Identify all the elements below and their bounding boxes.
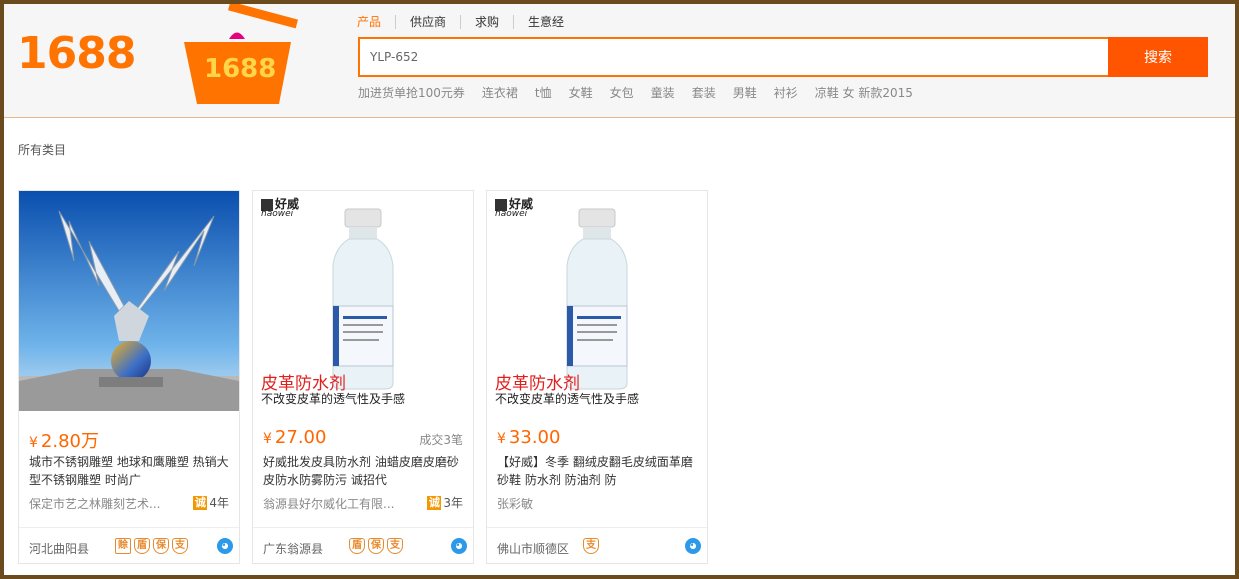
product-card[interactable]: 好威 haowei 皮革防水剂 不改变皮革的透气性及手感 ¥33.00 【好威】… [486, 190, 708, 564]
shield-badge-icon[interactable]: 盾 [349, 538, 365, 554]
location-label: 广东翁源县 [263, 542, 324, 556]
product-price: ¥27.00 [263, 427, 326, 448]
header: 1688 1688 产品 供应商 求购 生意经 搜索 加进货单抢100元券 连衣… [4, 4, 1235, 118]
currency-symbol: ¥ [29, 435, 38, 451]
image-subline: 不改变皮革的透气性及手感 [261, 392, 406, 406]
price-value: 33.00 [508, 427, 561, 448]
hot-word-link[interactable]: t恤 [535, 84, 552, 101]
chengxintong-badge[interactable]: 诚 4年 [193, 494, 229, 511]
product-price: ¥2.80万 [29, 427, 99, 453]
hot-word-link[interactable]: 女鞋 [569, 84, 593, 101]
product-card[interactable]: ¥2.80万 城市不锈钢雕塑 地球和鹰雕塑 热销大型不锈钢雕塑 时尚广 保定市艺… [18, 190, 240, 564]
currency-symbol: ¥ [263, 431, 272, 447]
member-years: 4年 [209, 496, 229, 510]
image-subline: 不改变皮革的透气性及手感 [495, 392, 640, 406]
product-title-link[interactable]: 好威批发皮具防水剂 油蜡皮磨皮磨砂皮防水防雾防污 诚招代 [263, 453, 467, 489]
nav-tab-suppliers[interactable]: 供应商 [395, 15, 460, 29]
member-years: 3年 [443, 496, 463, 510]
hot-word-link[interactable]: 连衣裙 [482, 84, 518, 101]
wangwang-chat-icon[interactable]: ◕ [451, 538, 467, 554]
page-frame: 1688 1688 产品 供应商 求购 生意经 搜索 加进货单抢100元券 连衣… [4, 4, 1235, 575]
search-type-nav: 产品 供应商 求购 生意经 [357, 15, 578, 29]
hot-word-link[interactable]: 套装 [692, 84, 716, 101]
nav-tab-buying[interactable]: 求购 [460, 15, 513, 29]
hot-word-link[interactable]: 凉鞋 女 新款2015 [815, 84, 913, 101]
product-price: ¥33.00 [497, 427, 560, 448]
alipay-badge-icon[interactable]: 支 [387, 538, 403, 554]
cheng-icon: 诚 [427, 495, 442, 510]
hot-word-link[interactable]: 加进货单抢100元券 [358, 84, 465, 101]
wangwang-chat-icon[interactable]: ◕ [685, 538, 701, 554]
price-value: 2.80万 [40, 431, 99, 452]
alipay-badge-icon[interactable]: 支 [172, 538, 188, 554]
wangwang-chat-icon[interactable]: ◕ [217, 538, 233, 554]
hot-word-link[interactable]: 男鞋 [733, 84, 757, 101]
chengxintong-badge[interactable]: 诚 3年 [427, 494, 463, 511]
sculpture-image[interactable] [19, 191, 239, 411]
location-label: 河北曲阳县 [29, 542, 90, 556]
hot-word-link[interactable]: 童装 [651, 84, 675, 101]
alipay-badge-icon[interactable]: 支 [583, 538, 599, 554]
company-name-link[interactable]: 张彩敏 [497, 495, 657, 512]
card-footer: 佛山市顺德区 支 ◕ [487, 527, 707, 563]
hot-words: 加进货单抢100元券 连衣裙 t恤 女鞋 女包 童装 套装 男鞋 衬衫 凉鞋 女… [358, 84, 930, 101]
nav-tab-business[interactable]: 生意经 [513, 15, 578, 29]
search-input[interactable] [360, 39, 1108, 75]
hot-word-link[interactable]: 衬衫 [774, 84, 798, 101]
shield-badge-icon[interactable]: 盾 [134, 538, 150, 554]
company-name-link[interactable]: 翁源县好尔威化工有限... [263, 495, 423, 512]
nav-tab-products[interactable]: 产品 [357, 15, 395, 29]
guarantee-badge-icon[interactable]: 保 [153, 538, 169, 554]
card-footer: 广东翁源县 盾 保 支 ◕ [253, 527, 473, 563]
product-card[interactable]: 好威 haowei 皮革防水剂 不改变皮革的透气性及手感 ¥27.00 成交3笔… [252, 190, 474, 564]
location-label: 佛山市顺德区 [497, 542, 570, 556]
service-badges: 支 [583, 538, 602, 554]
brand-logo-en: haowei [261, 209, 294, 219]
company-name-link[interactable]: 保定市艺之林雕刻艺术... [29, 495, 189, 512]
site-logo[interactable]: 1688 [17, 28, 136, 79]
service-badges: 赊 盾 保 支 [115, 538, 191, 554]
credit-badge-icon[interactable]: 赊 [115, 538, 131, 554]
search-button[interactable]: 搜索 [1108, 37, 1208, 77]
product-title-link[interactable]: 城市不锈钢雕塑 地球和鹰雕塑 热销大型不锈钢雕塑 时尚广 [29, 453, 233, 489]
card-footer: 河北曲阳县 赊 盾 保 支 ◕ [19, 527, 239, 563]
cheng-icon: 诚 [193, 495, 208, 510]
brand-logo-en: haowei [495, 209, 528, 219]
guarantee-badge-icon[interactable]: 保 [368, 538, 384, 554]
price-value: 27.00 [274, 427, 327, 448]
product-title-link[interactable]: 【好威】冬季 翻绒皮翻毛皮绒面革磨砂鞋 防水剂 防油剂 防 [497, 453, 701, 489]
sales-count: 成交3笔 [419, 433, 463, 447]
search-box [358, 37, 1108, 77]
service-badges: 盾 保 支 [349, 538, 406, 554]
basket-logo-label: 1688 [204, 54, 277, 84]
currency-symbol: ¥ [497, 431, 506, 447]
hot-word-link[interactable]: 女包 [610, 84, 634, 101]
category-breadcrumb[interactable]: 所有类目 [18, 141, 66, 158]
